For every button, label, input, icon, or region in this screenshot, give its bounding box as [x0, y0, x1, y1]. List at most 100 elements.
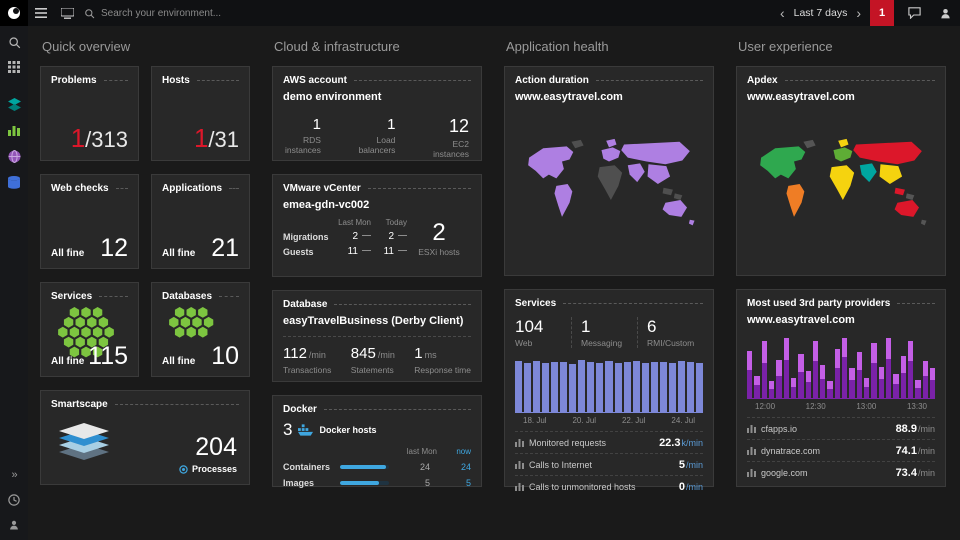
- docker-row-containers: Containers 24 24: [283, 462, 471, 472]
- column-header: last Mon: [406, 447, 437, 456]
- metric-value: 88.9/min: [895, 422, 935, 435]
- user-menu-button[interactable]: [934, 0, 956, 26]
- column-header: Last Mon: [338, 218, 371, 227]
- tile-database[interactable]: Database easyTravelBusiness (Derby Clien…: [272, 290, 482, 382]
- aws-stat-ec2: 12 EC2 instances: [433, 116, 469, 160]
- x-tick-label: 22. Jul: [621, 416, 646, 425]
- stat-value: 12: [448, 116, 469, 136]
- metric-calls-unmonitored: Calls to unmonitored hosts 0/min: [515, 475, 703, 497]
- tile-hosts[interactable]: Hosts 1/31: [151, 66, 250, 161]
- tile-docker[interactable]: Docker 3 Docker hosts last Mon now Conta…: [272, 395, 482, 488]
- quick-overview-grid: Problems 1/313 Hosts 1/31 Web checks All…: [40, 66, 250, 377]
- time-range-selector[interactable]: Last 7 days: [794, 7, 848, 19]
- images-lastmon: 5: [424, 478, 430, 488]
- bar-chart-icon: [515, 439, 524, 447]
- stat-label: Transactions: [283, 365, 332, 375]
- sidebar-apps-grid-icon[interactable]: [5, 58, 23, 76]
- application-name: www.easytravel.com: [747, 91, 855, 103]
- bar-chart-icon: [747, 447, 756, 455]
- tile-databases[interactable]: Databases All fine 10: [151, 282, 250, 377]
- tile-title: AWS account: [283, 75, 347, 86]
- aws-stat-rds: 1 RDS instances: [285, 116, 321, 156]
- esxi-hosts-stat: 2 ESXi hosts: [407, 219, 471, 257]
- dashboard: Quick overview Problems 1/313 Hosts 1/31…: [28, 26, 960, 540]
- map-region-greenland: [803, 139, 816, 149]
- stat-value: 1: [312, 116, 321, 133]
- dashed-rule: [115, 188, 128, 189]
- global-search-input[interactable]: Search your environment...: [84, 8, 304, 19]
- dashboards-icon: [60, 7, 74, 19]
- processes-count: 204: [195, 433, 237, 461]
- containers-lastmon: 24: [419, 462, 430, 472]
- dynatrace-logo[interactable]: [0, 0, 28, 26]
- metric-label: dynatrace.com: [761, 445, 821, 456]
- time-back-chevron[interactable]: ‹: [780, 6, 785, 20]
- chat-button[interactable]: [903, 0, 925, 26]
- tile-vmware-vcenter[interactable]: VMware vCenter emea-gdn-vc002 Last Mon T…: [272, 174, 482, 277]
- stat-label: Statements: [350, 365, 394, 375]
- tile-services-health[interactable]: Services 104 Web 1 Messaging 6 RMI/Custom 1…: [504, 289, 714, 493]
- dashed-rule: [99, 296, 128, 297]
- tile-aws-account[interactable]: AWS account demo environment 1 RDS instan…: [272, 66, 482, 161]
- dashed-rule: [897, 303, 935, 304]
- aws-stats: 1 RDS instances 1 Load balancers 12 EC2 ins…: [283, 116, 471, 159]
- tile-problems[interactable]: Problems 1/313: [40, 66, 139, 161]
- sidebar-expand-icon[interactable]: »: [5, 466, 23, 484]
- dashed-rule: [784, 80, 935, 81]
- application-name: www.easytravel.com: [515, 91, 623, 103]
- applications-count: 21: [211, 234, 239, 262]
- sidebar-user-icon[interactable]: [5, 516, 23, 534]
- problems-badge[interactable]: 1: [870, 0, 894, 26]
- services-bar-chart: [515, 357, 703, 413]
- providers-chart-x-axis: 12:00 12:30 13:00 13:30: [747, 402, 935, 411]
- databases-count: 10: [211, 342, 239, 370]
- tile-title: Databases: [162, 291, 213, 302]
- trend-sparkline: [362, 235, 371, 236]
- containers-bar: [340, 465, 389, 469]
- time-forward-chevron[interactable]: ›: [856, 6, 861, 20]
- chat-icon: [907, 7, 921, 19]
- dashed-rule: [563, 303, 703, 304]
- sidebar-search-icon[interactable]: [5, 33, 23, 51]
- tile-applications[interactable]: Applications All fine 21: [151, 174, 250, 269]
- map-region-scand: [838, 138, 849, 148]
- dashed-rule: [334, 304, 471, 305]
- tile-smartscape[interactable]: Smartscape 204 Processes: [40, 390, 250, 485]
- tile-title: Docker: [283, 404, 317, 415]
- tile-web-checks[interactable]: Web checks All fine 12: [40, 174, 139, 269]
- tile-3rd-party-providers[interactable]: Most used 3rd party providers www.easytr…: [736, 289, 946, 487]
- esxi-count: 2: [432, 218, 446, 246]
- sidebar-history-icon[interactable]: [5, 491, 23, 509]
- stat-label: RDS: [302, 135, 321, 145]
- sidebar-geo-icon[interactable]: [5, 147, 23, 165]
- dashed-rule: [229, 188, 239, 189]
- dashed-rule: [196, 80, 239, 81]
- metric-label: Monitored requests: [529, 437, 607, 448]
- dashed-rule: [219, 296, 239, 297]
- application-name: www.easytravel.com: [747, 314, 855, 326]
- map-region-af: [597, 165, 623, 200]
- stat-messaging: 1 Messaging: [571, 317, 637, 348]
- tile-services[interactable]: Services All fine 115: [40, 282, 139, 377]
- db-stat-statements: 845/min Statements: [351, 345, 395, 375]
- tile-title: Web checks: [51, 183, 109, 194]
- map-region-eu: [833, 147, 853, 162]
- sidebar-charts-icon[interactable]: [5, 121, 23, 139]
- sidebar-database-icon[interactable]: [5, 173, 23, 191]
- metric-calls-internet: Calls to Internet 5/min: [515, 453, 703, 475]
- tile-title: Services: [51, 291, 93, 302]
- sidebar-smartscape-icon[interactable]: [5, 95, 23, 113]
- tile-action-duration[interactable]: Action duration www.easytravel.com: [504, 66, 714, 276]
- tile-title: Problems: [51, 75, 97, 86]
- metric-label: google.com: [761, 467, 808, 478]
- map-region-sea2: [905, 193, 915, 200]
- topbar-right: ‹ Last 7 days › 1: [780, 0, 960, 26]
- column-application-health: Application health Action duration www.e…: [504, 34, 714, 540]
- tile-apdex[interactable]: Apdex www.easytravel.com: [736, 66, 946, 276]
- hosts-total: /31: [208, 127, 239, 152]
- trend-sparkline: [398, 235, 407, 236]
- menu-button[interactable]: [28, 0, 54, 26]
- services-stats: 104 Web 1 Messaging 6 RMI/Custom: [515, 317, 703, 348]
- guests-lastmon: 11: [335, 246, 371, 257]
- dashboards-button[interactable]: [54, 0, 80, 26]
